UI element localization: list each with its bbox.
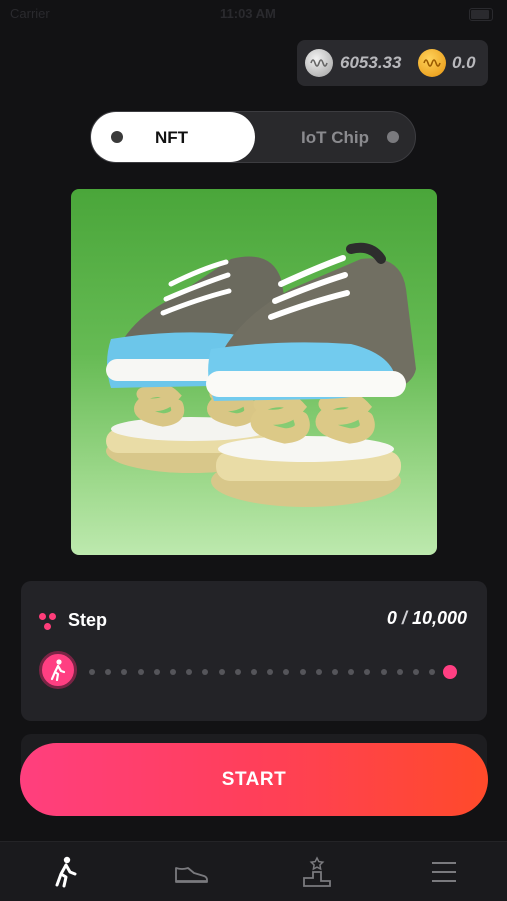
progress-track-dot — [251, 669, 257, 675]
step-dots-icon — [39, 611, 61, 633]
step-current: 0 — [386, 608, 397, 628]
silver-coin-icon — [305, 49, 333, 77]
step-separator: / — [401, 608, 407, 628]
progress-track-dot — [153, 669, 160, 675]
silver-balance: 6053.33 — [340, 53, 402, 72]
progress-track-dot — [429, 669, 436, 675]
step-label: Step — [68, 610, 108, 630]
tab-menu[interactable] — [424, 852, 464, 892]
progress-track-dot — [137, 669, 144, 675]
status-bar: Carrier 11:03 AM — [0, 0, 507, 28]
start-button[interactable]: START — [20, 743, 488, 816]
step-goal: 10,000 — [411, 608, 467, 628]
toggle-label-nft[interactable]: NFT — [155, 128, 188, 148]
progress-track-dot — [105, 669, 112, 675]
battery-icon — [469, 8, 493, 21]
sneaker-icon — [175, 867, 208, 883]
tab-sneakers[interactable] — [170, 852, 210, 892]
progress-track-dot — [121, 669, 128, 675]
gold-coin-icon — [418, 49, 446, 77]
progress-track-dot — [348, 669, 355, 675]
progress-track-dot — [315, 669, 322, 675]
progress-goal-dot — [443, 665, 457, 679]
wallet-balance[interactable]: 6053.33 0.0 — [297, 40, 488, 86]
progress-track-dot — [396, 669, 403, 675]
toggle-indicator-dot — [111, 131, 123, 143]
status-time: 11:03 AM — [220, 6, 276, 21]
progress-track-dot — [267, 669, 274, 675]
sneaker-illustration — [106, 242, 416, 507]
progress-track-dot — [186, 669, 193, 675]
progress-track-dot — [218, 669, 225, 675]
menu-icon — [432, 862, 456, 882]
progress-track-dot — [170, 669, 176, 675]
progress-track-dot — [332, 669, 338, 675]
carrier-label: Carrier — [10, 6, 50, 21]
progress-track-dot — [299, 669, 306, 675]
progress-track-dot — [202, 669, 209, 675]
toggle-label-iot-chip[interactable]: IoT Chip — [301, 128, 369, 148]
bottom-tab-bar — [0, 841, 507, 901]
gold-balance: 0.0 — [452, 53, 476, 72]
step-progress-track — [39, 651, 469, 693]
progress-track-dot — [234, 669, 241, 675]
progress-track-dot — [364, 669, 371, 675]
toggle-indicator-dot — [387, 131, 399, 143]
progress-track-dot — [380, 669, 387, 675]
progress-track-dot — [413, 669, 419, 675]
nft-sneaker-image[interactable] — [71, 189, 437, 555]
walk-icon — [55, 856, 77, 888]
progress-track-dot — [283, 669, 290, 675]
step-panel: Step 0 / 10,000 — [21, 581, 487, 721]
nft-iot-toggle[interactable]: NFT IoT Chip — [90, 111, 416, 163]
tab-leaderboard[interactable] — [297, 852, 337, 892]
step-count: 0 / 10,000 — [387, 608, 467, 629]
progress-track-dot — [89, 669, 95, 675]
walker-progress-icon — [39, 651, 77, 689]
tab-walk[interactable] — [45, 852, 85, 892]
leaderboard-icon — [303, 856, 331, 887]
